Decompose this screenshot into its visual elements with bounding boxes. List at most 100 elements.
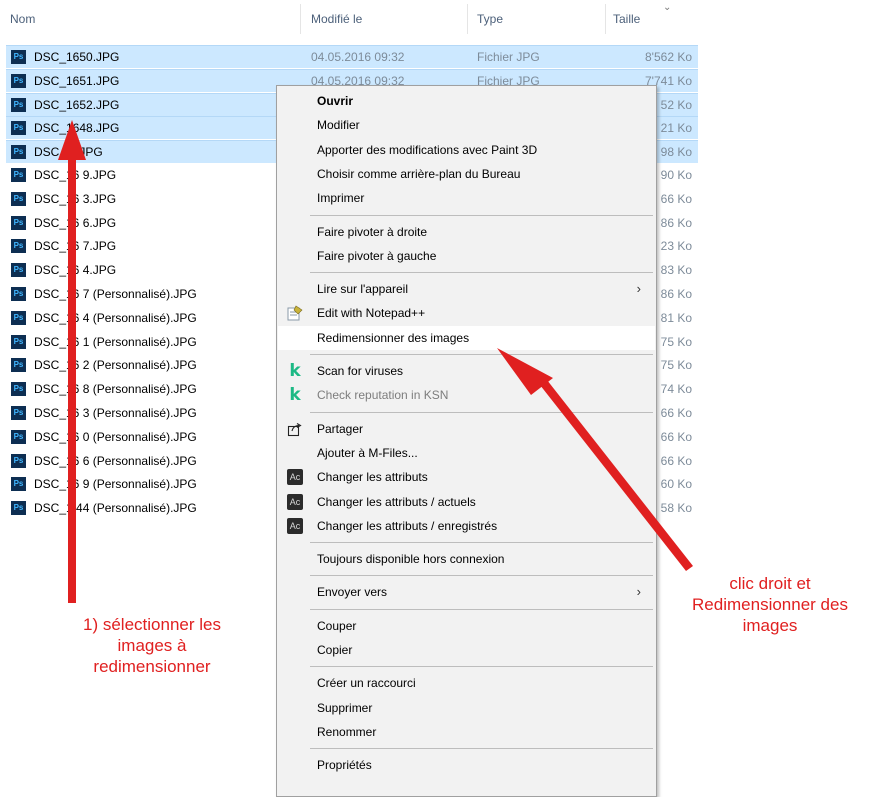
menu-item-label: Faire pivoter à droite xyxy=(317,224,428,239)
photoshop-file-icon: Ps xyxy=(11,334,26,349)
menu-item-label: Créer un raccourci xyxy=(317,676,416,691)
file-name: DSC_16 7 (Personnalisé).JPG xyxy=(34,287,197,301)
photoshop-file-icon: Ps xyxy=(11,429,26,444)
menu-item-modifier[interactable]: Modifier xyxy=(278,113,655,137)
file-name: DSC_16 6.JPG xyxy=(34,215,117,230)
file-size: 98 Ko xyxy=(660,145,692,160)
menu-item-creer-un-raccourci[interactable]: Créer un raccourci xyxy=(278,671,655,695)
menu-item-label: Scan for viruses xyxy=(317,364,404,378)
menu-item-apporter-des-modifications-avec-paint-3d[interactable]: Apporter des modifications avec Paint 3D xyxy=(278,138,655,162)
file-size: 66 Ko xyxy=(660,453,692,468)
file-size: 66 Ko xyxy=(660,406,692,420)
menu-item-faire-pivoter-a-droite[interactable]: Faire pivoter à droite xyxy=(278,220,655,244)
submenu-arrow-icon: › xyxy=(636,584,641,600)
attribute-changer-icon: Ac xyxy=(287,469,303,486)
menu-item-lire-sur-l-appareil[interactable]: Lire sur l'appareil › xyxy=(278,277,655,301)
menu-item-faire-pivoter-a-gauche[interactable]: Faire pivoter à gauche xyxy=(278,244,655,268)
menu-item-partager[interactable]: Partager xyxy=(278,417,655,441)
menu-item-changer-les-attributs-enregistres[interactable]: Ac Changer les attributs / enregistrés xyxy=(278,514,655,538)
menu-item-renommer[interactable]: Renommer xyxy=(278,720,655,744)
photoshop-file-icon: Ps xyxy=(11,263,26,278)
file-name: DSC_16 3 (Personnalisé).JPG xyxy=(34,406,197,420)
menu-separator xyxy=(310,748,653,750)
menu-item-check-reputation-in-ksn[interactable]: k Check reputation in KSN xyxy=(278,383,655,407)
annotation-right-line: Redimensionner des xyxy=(692,595,848,614)
file-name: DSC_16 4.JPG xyxy=(34,263,117,278)
menu-item-label: Ouvrir xyxy=(317,94,354,108)
column-header-modified[interactable]: Modifié le xyxy=(311,12,362,26)
menu-item-label: Partager xyxy=(317,421,364,436)
menu-item-label: Changer les attributs / actuels xyxy=(317,494,476,509)
menu-item-choisir-comme-arriere-plan-du-bureau[interactable]: Choisir comme arrière-plan du Bureau xyxy=(278,162,655,186)
photoshop-file-icon: Ps xyxy=(11,215,26,230)
file-name: DSC_16 3.JPG xyxy=(34,191,117,206)
menu-item-ajouter-a-m-files[interactable]: Ajouter à M-Files... xyxy=(278,441,655,465)
menu-item-changer-les-attributs[interactable]: Ac Changer les attributs xyxy=(278,465,655,489)
photoshop-file-icon: Ps xyxy=(11,358,26,373)
annotation-left-line: 1) sélectionner les xyxy=(83,615,221,634)
photoshop-file-icon: Ps xyxy=(11,239,26,254)
menu-item-label: Redimensionner des images xyxy=(317,330,470,345)
file-size: 60 Ko xyxy=(660,477,692,492)
column-divider[interactable] xyxy=(605,4,606,34)
menu-item-redimensionner-des-images[interactable]: Redimensionner des images xyxy=(278,325,655,350)
menu-item-ouvrir[interactable]: Ouvrir xyxy=(278,89,655,113)
menu-item-edit-with-notepad[interactable]: Edit with Notepad++ xyxy=(278,301,655,325)
menu-item-label: Changer les attributs / enregistrés xyxy=(317,518,498,533)
menu-separator xyxy=(310,214,653,216)
menu-item-label: Toujours disponible hors connexion xyxy=(317,552,505,567)
file-size: 66 Ko xyxy=(660,191,692,206)
menu-item-copier[interactable]: Copier xyxy=(278,638,655,662)
file-name: DSC_1 44 (Personnalisé).JPG xyxy=(34,501,197,516)
submenu-arrow-icon: › xyxy=(636,281,641,297)
file-name: DSC_1652.JPG xyxy=(34,97,120,112)
annotation-left-line: redimensionner xyxy=(93,657,211,676)
photoshop-file-icon: Ps xyxy=(11,97,26,112)
photoshop-file-icon: Ps xyxy=(11,477,26,492)
photoshop-file-icon: Ps xyxy=(11,121,26,136)
menu-item-envoyer-vers[interactable]: Envoyer vers › xyxy=(278,580,655,604)
menu-item-label: Couper xyxy=(317,618,357,633)
menu-separator xyxy=(310,608,653,610)
photoshop-file-icon: Ps xyxy=(11,310,26,325)
menu-item-label: Imprimer xyxy=(317,191,365,206)
column-header-type[interactable]: Type xyxy=(477,12,503,26)
file-name: DSC_16 6 (Personnalisé).JPG xyxy=(34,453,197,468)
file-size: 8'562 Ko xyxy=(645,50,692,64)
column-divider[interactable] xyxy=(467,4,468,34)
menu-item-label: Changer les attributs xyxy=(317,470,428,485)
sort-chevron-icon: ⌄ xyxy=(663,2,672,13)
column-header-name[interactable]: Nom xyxy=(10,12,35,26)
file-name: DSC_1648.JPG xyxy=(34,121,120,136)
file-list-header: Nom Modifié le Type Taille ⌄ xyxy=(0,0,700,38)
photoshop-file-icon: Ps xyxy=(11,287,26,301)
menu-item-couper[interactable]: Couper xyxy=(278,614,655,638)
file-size: 86 Ko xyxy=(660,215,692,230)
menu-separator xyxy=(310,272,653,274)
file-size: 74 Ko xyxy=(660,382,692,397)
menu-item-changer-les-attributs-actuels[interactable]: Ac Changer les attributs / actuels xyxy=(278,490,655,514)
photoshop-file-icon: Ps xyxy=(11,145,26,160)
menu-separator xyxy=(310,575,653,577)
file-size: 58 Ko xyxy=(660,501,692,516)
file-size: 52 Ko xyxy=(660,97,692,112)
column-header-size[interactable]: Taille xyxy=(613,12,640,26)
menu-item-label: Copier xyxy=(317,643,353,657)
file-size: 23 Ko xyxy=(660,239,692,254)
menu-item-imprimer[interactable]: Imprimer xyxy=(278,186,655,210)
kaspersky-icon: k xyxy=(289,385,301,406)
file-name: DSC_16 9.JPG xyxy=(34,168,117,182)
column-divider[interactable] xyxy=(300,4,301,34)
file-name: DSC_1651.JPG xyxy=(34,73,120,88)
annotation-right-line: images xyxy=(742,616,798,635)
file-size: 75 Ko xyxy=(660,358,692,373)
menu-item-toujours-disponible-hors-connexion[interactable]: Toujours disponible hors connexion xyxy=(278,547,655,571)
menu-item-scan-for-viruses[interactable]: k Scan for viruses xyxy=(278,359,655,383)
file-name: DSC_16 2 (Personnalisé).JPG xyxy=(34,358,197,373)
file-date: 04.05.2016 09:32 xyxy=(311,50,405,64)
file-size: 66 Ko xyxy=(660,429,692,444)
menu-item-proprietes[interactable]: Propriétés xyxy=(278,753,655,777)
menu-separator xyxy=(310,542,653,544)
file-row[interactable]: Ps DSC_1650.JPG 04.05.2016 09:32 Fichier JP… xyxy=(6,45,698,68)
menu-item-supprimer[interactable]: Supprimer xyxy=(278,696,655,720)
